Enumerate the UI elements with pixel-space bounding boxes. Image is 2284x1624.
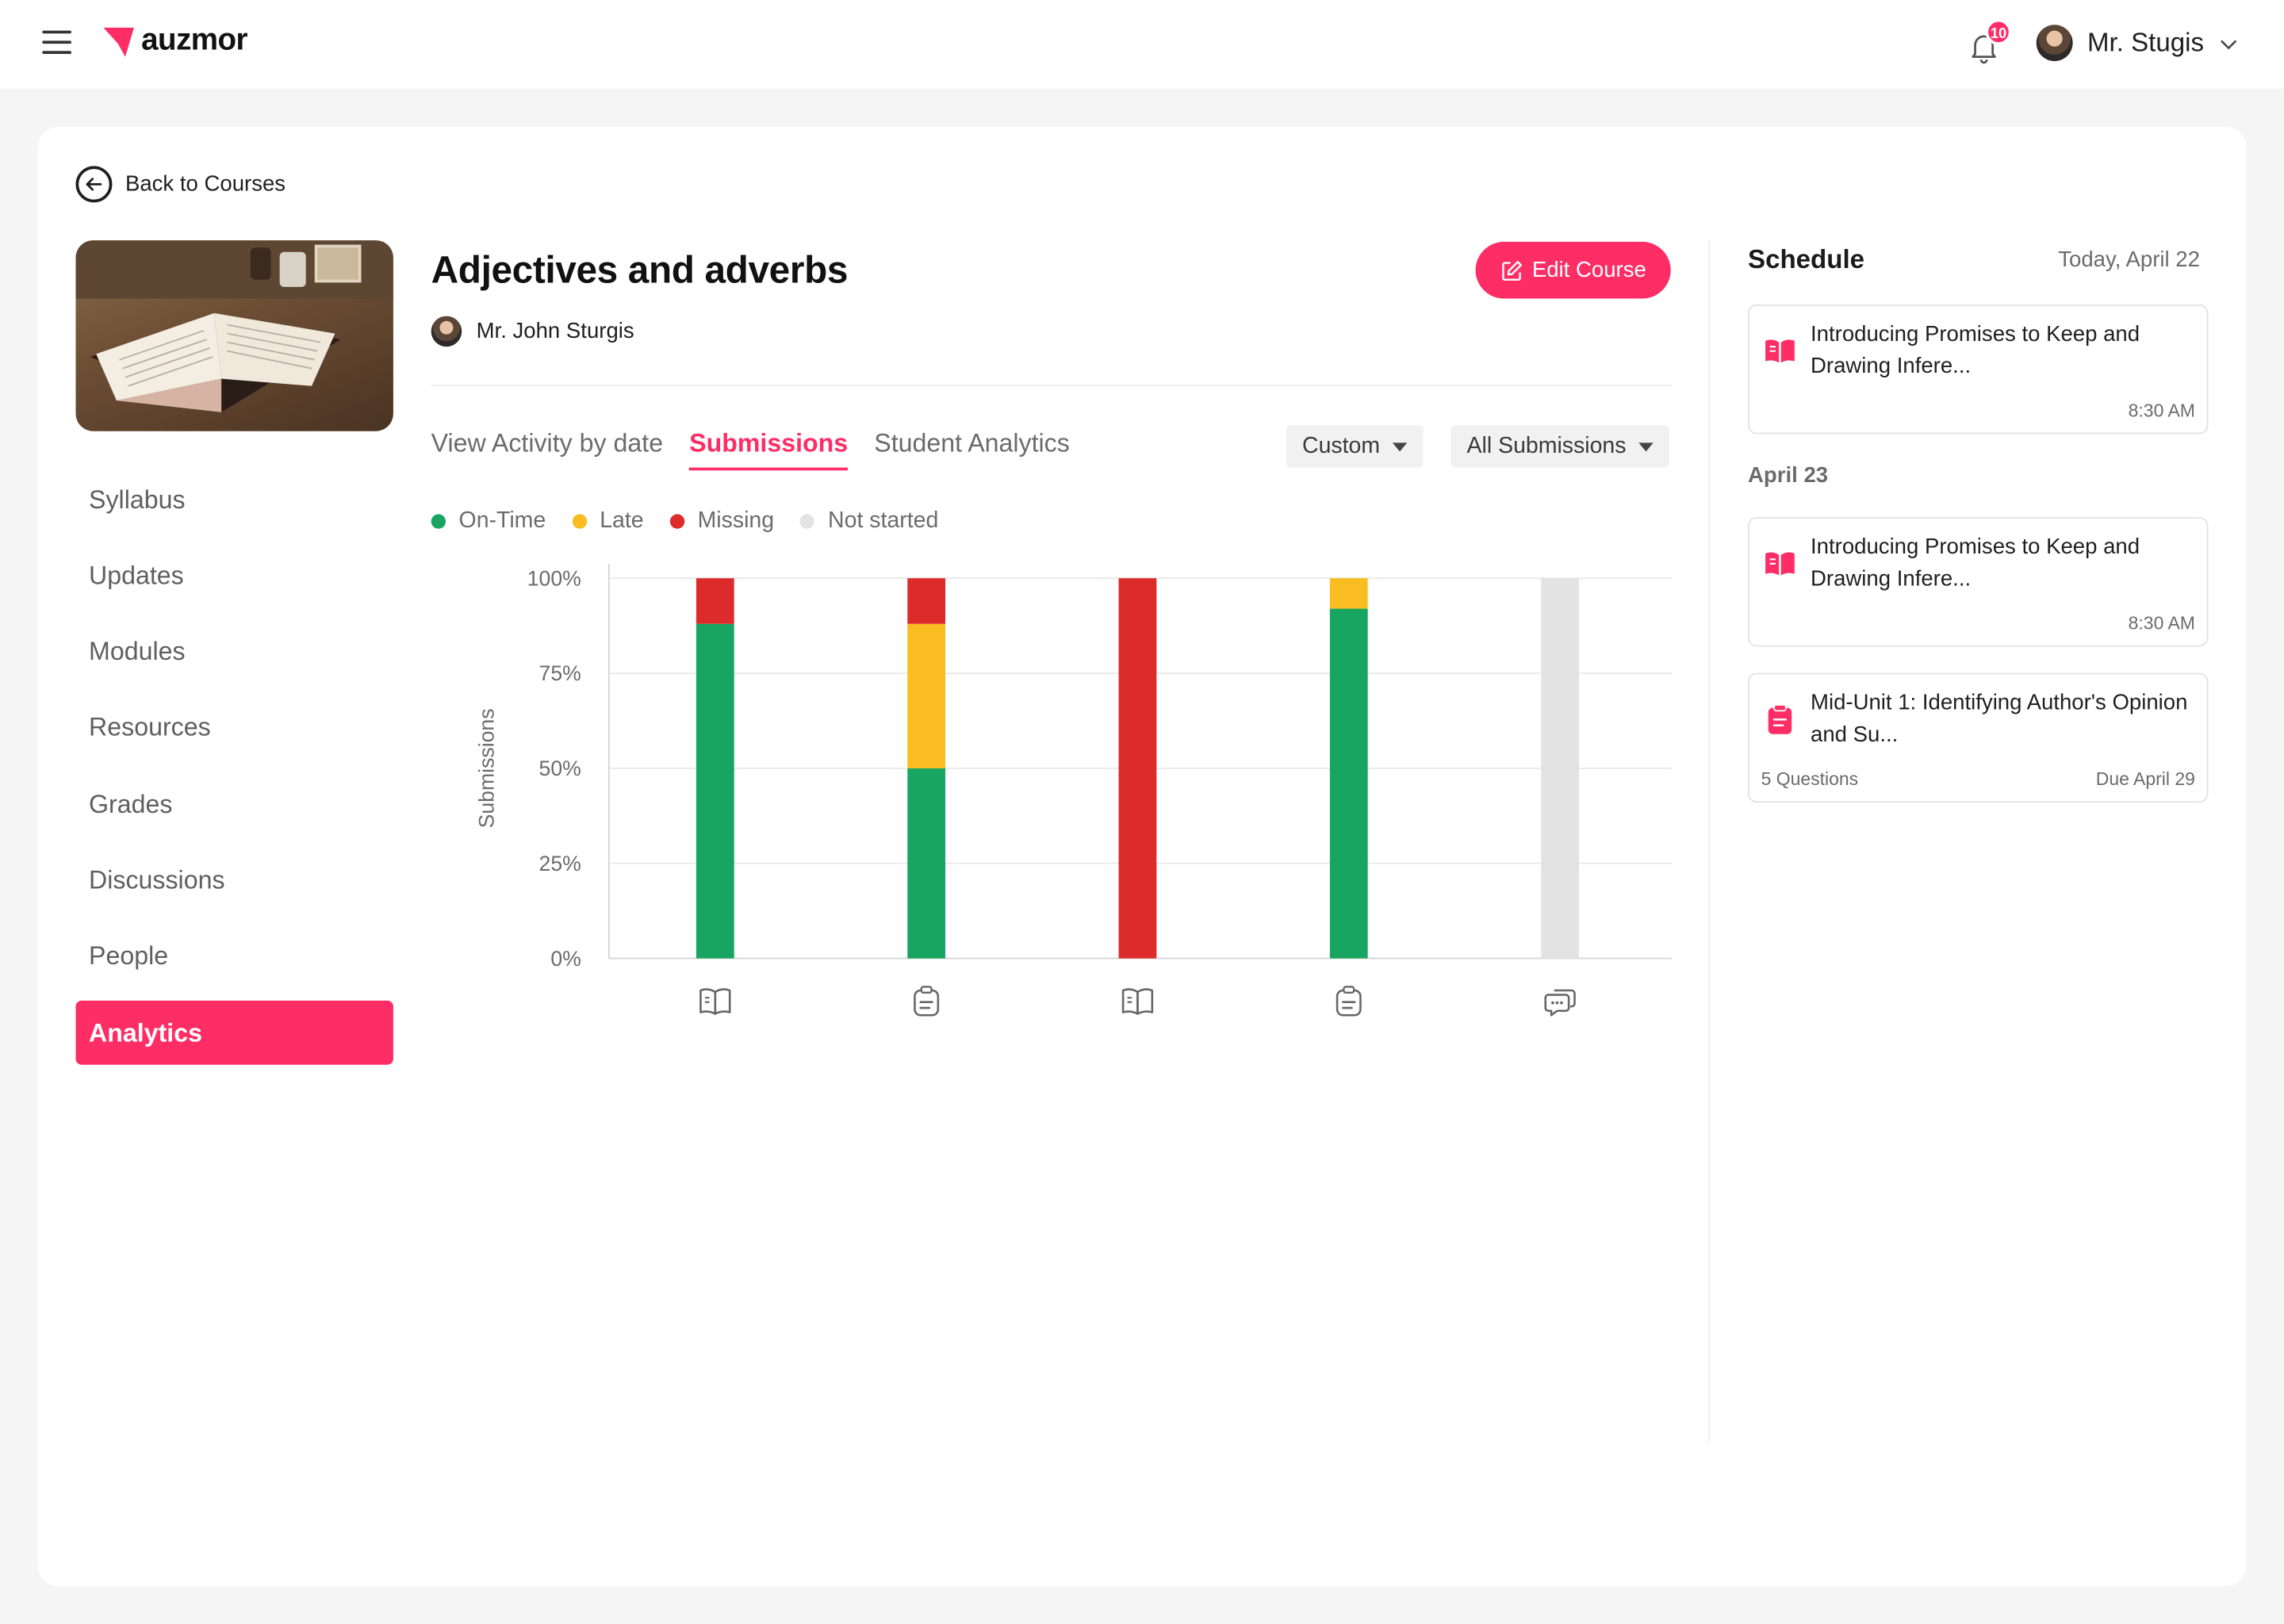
clipboard-icon[interactable]	[1336, 986, 1362, 1017]
schedule-card-questions: 5 Questions	[1761, 768, 1859, 790]
y-tick-label: 50%	[539, 756, 581, 780]
user-menu[interactable]: Mr. Stugis	[2036, 25, 2239, 62]
caret-down-icon	[1393, 442, 1408, 451]
chat-icon[interactable]	[1544, 989, 1576, 1017]
schedule-title: Schedule	[1748, 244, 1865, 274]
legend-label: Not started	[828, 508, 939, 534]
arrow-left-icon	[75, 166, 113, 203]
caret-down-icon	[1639, 442, 1654, 451]
y-tick-label: 75%	[539, 661, 581, 685]
schedule-card-title: Mid-Unit 1: Identifying Author's Opinion…	[1811, 690, 2188, 748]
course-thumbnail	[75, 240, 393, 431]
back-to-courses-link[interactable]: Back to Courses	[75, 166, 286, 203]
sidebar-item-modules[interactable]: Modules	[76, 620, 393, 684]
y-tick-label: 0%	[550, 947, 581, 971]
schedule-card[interactable]: Introducing Promises to Keep and Drawing…	[1748, 517, 2209, 647]
brand-logo[interactable]: auzmor	[102, 23, 248, 58]
legend-label: Missing	[697, 508, 775, 534]
schedule-card-due: Due April 29	[2095, 768, 2195, 790]
schedule-divider	[1708, 240, 1711, 1442]
y-tick-label: 25%	[539, 852, 581, 875]
sidebar-item-people[interactable]: People	[76, 925, 393, 989]
course-card: Back to Courses Syllabus Updates Modules…	[37, 126, 2247, 1587]
tab-student-analytics[interactable]: Student Analytics	[874, 428, 1070, 470]
book-icon[interactable]	[699, 988, 731, 1015]
sidebar-item-grades[interactable]: Grades	[76, 772, 393, 837]
bar-segment-on-time[interactable]	[1329, 608, 1368, 959]
logo-mark-icon	[103, 27, 134, 57]
course-author: Mr. John Sturgis	[431, 316, 634, 347]
clipboard-icon	[1768, 704, 1792, 734]
author-avatar	[431, 316, 462, 347]
bar-segment-late[interactable]	[907, 623, 946, 768]
bar-segment-on-time[interactable]	[696, 623, 734, 959]
sidebar-item-analytics[interactable]: Analytics	[75, 1001, 393, 1065]
date-range-dropdown[interactable]: Custom	[1286, 425, 1424, 468]
back-label: Back to Courses	[125, 171, 286, 197]
book-icon	[1765, 339, 1795, 363]
legend-late: Late	[572, 508, 644, 534]
tab-submissions[interactable]: Submissions	[689, 428, 849, 471]
sidebar-item-updates[interactable]: Updates	[76, 544, 393, 608]
top-bar: auzmor 10 Mr. Stugis	[0, 0, 2284, 90]
legend-missing: Missing	[669, 508, 775, 534]
edit-course-button[interactable]: Edit Course	[1475, 241, 1671, 299]
schedule-card[interactable]: Mid-Unit 1: Identifying Author's Opinion…	[1748, 672, 2209, 803]
chevron-down-icon	[2221, 39, 2237, 49]
schedule-card[interactable]: Introducing Promises to Keep and Drawing…	[1748, 304, 2209, 435]
bar-segment-missing[interactable]	[1118, 578, 1157, 959]
bar-segment-late[interactable]	[1329, 578, 1368, 609]
notification-button[interactable]: 10	[1967, 18, 2012, 67]
clipboard-icon[interactable]	[914, 986, 940, 1017]
edit-course-label: Edit Course	[1531, 258, 1646, 283]
schedule-card-time: 8:30 AM	[2128, 613, 2195, 634]
submissions-filter-dropdown[interactable]: All Submissions	[1450, 425, 1670, 468]
sidebar-item-syllabus[interactable]: Syllabus	[76, 468, 393, 532]
author-name: Mr. John Sturgis	[476, 319, 634, 344]
brand-name: auzmor	[141, 23, 248, 57]
sidebar-item-discussions[interactable]: Discussions	[76, 848, 393, 913]
submissions-chart: 0% 25% 50% 75% 100% Submissions	[475, 563, 1673, 1017]
bar-segment-missing[interactable]	[907, 578, 946, 624]
bar-segment-missing[interactable]	[696, 578, 734, 624]
legend-dot	[572, 514, 587, 529]
course-sidebar: Syllabus Updates Modules Resources Grade…	[75, 468, 393, 1077]
legend-dot	[800, 514, 815, 529]
legend-on-time: On-Time	[431, 508, 546, 534]
chart-legend: On-Time Late Missing Not started	[431, 508, 965, 534]
legend-dot	[431, 514, 446, 529]
y-axis-label: Submissions	[475, 708, 499, 828]
schedule-date-group: April 23	[1748, 463, 1829, 488]
bar-segment-not-started[interactable]	[1541, 578, 1579, 959]
book-icon	[1765, 552, 1795, 576]
tab-view-activity-by-date[interactable]: View Activity by date	[431, 428, 663, 470]
user-avatar	[2036, 25, 2073, 62]
user-name: Mr. Stugis	[2087, 27, 2204, 57]
legend-label: Late	[600, 508, 644, 534]
book-icon[interactable]	[1121, 988, 1154, 1015]
schedule-card-time: 8:30 AM	[2128, 400, 2195, 421]
schedule-card-title: Introducing Promises to Keep and Drawing…	[1811, 534, 2140, 592]
submissions-filter-value: All Submissions	[1466, 433, 1627, 458]
schedule-card-title: Introducing Promises to Keep and Drawing…	[1811, 321, 2140, 379]
date-range-value: Custom	[1302, 433, 1381, 458]
y-tick-label: 100%	[527, 566, 581, 590]
analytics-tabs: View Activity by date Submissions Studen…	[431, 428, 1096, 471]
legend-not-started: Not started	[800, 508, 938, 534]
header-divider	[431, 384, 1673, 386]
schedule-today: Today, April 22	[2058, 247, 2200, 273]
legend-dot	[669, 514, 685, 529]
edit-icon	[1501, 260, 1522, 280]
menu-icon[interactable]	[42, 30, 71, 57]
app-root: auzmor 10 Mr. Stugis Back to Courses Syl…	[0, 0, 2284, 1624]
legend-label: On-Time	[458, 508, 546, 534]
bar-segment-on-time[interactable]	[907, 768, 946, 959]
course-title: Adjectives and adverbs	[431, 247, 849, 292]
notification-badge: 10	[1985, 18, 2012, 45]
sidebar-item-resources[interactable]: Resources	[76, 696, 393, 760]
